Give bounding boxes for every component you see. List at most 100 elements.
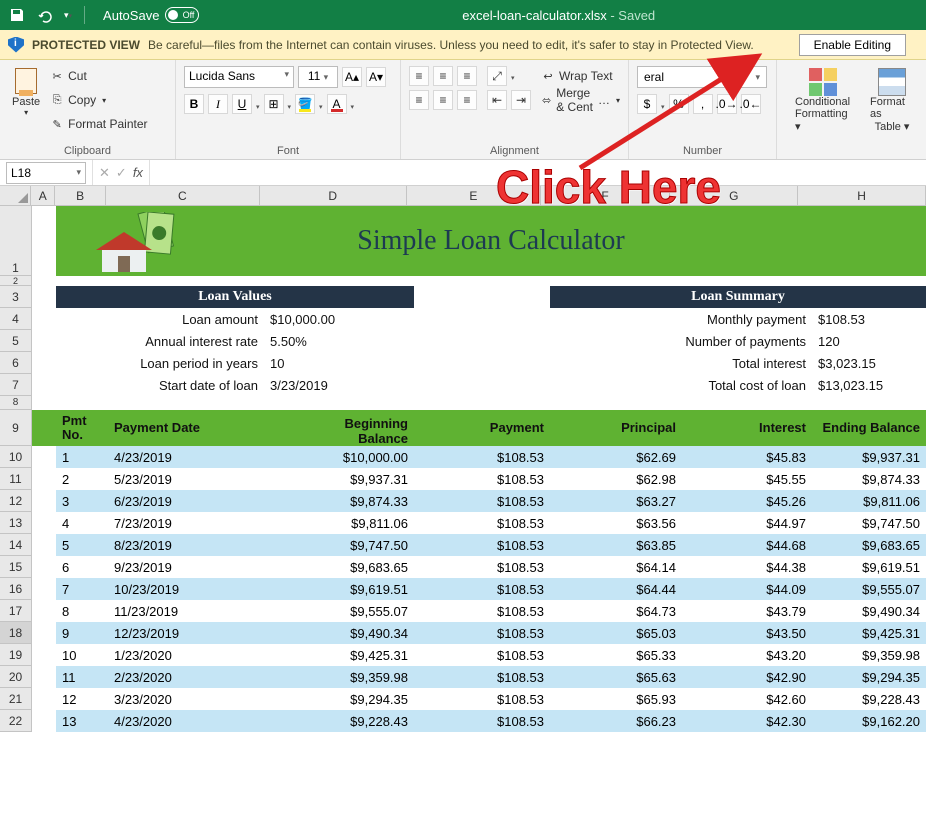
orientation-icon[interactable]: ⤢ — [487, 66, 507, 86]
cell-end-balance[interactable]: $9,747.50 — [812, 512, 926, 534]
format-painter-button[interactable]: ✎Format Painter — [50, 114, 147, 134]
cell-interest[interactable]: $42.30 — [682, 710, 812, 732]
cell-date[interactable]: 8/23/2019 — [108, 534, 264, 556]
formula-input[interactable] — [150, 162, 926, 184]
cell-end-balance[interactable]: $9,294.35 — [812, 666, 926, 688]
row-header[interactable]: 7 — [0, 374, 32, 396]
row-header[interactable]: 5 — [0, 330, 32, 352]
cell-end-balance[interactable]: $9,359.98 — [812, 644, 926, 666]
row-header[interactable]: 6 — [0, 352, 32, 374]
cell-principal[interactable]: $64.44 — [550, 578, 682, 600]
col-header[interactable]: B — [55, 186, 106, 205]
increase-indent-icon[interactable]: ⇥ — [511, 90, 531, 110]
cell-pmt-no[interactable]: 13 — [56, 710, 108, 732]
cell-beg-balance[interactable]: $9,490.34 — [264, 622, 414, 644]
col-header[interactable]: H — [798, 186, 926, 205]
font-family-select[interactable]: Lucida Sans ▾ — [184, 66, 294, 88]
cell-principal[interactable]: $62.69 — [550, 446, 682, 468]
cell-end-balance[interactable]: $9,874.33 — [812, 468, 926, 490]
cell-beg-balance[interactable]: $9,747.50 — [264, 534, 414, 556]
row-header[interactable]: 1 — [0, 206, 32, 276]
align-middle-icon[interactable]: ≡ — [433, 66, 453, 86]
cell-pmt-no[interactable]: 10 — [56, 644, 108, 666]
row-header[interactable]: 20 — [0, 666, 32, 688]
col-header[interactable]: G — [670, 186, 798, 205]
paste-button[interactable]: Paste ▾ — [8, 66, 44, 119]
loan-value[interactable]: $10,000.00 — [264, 308, 414, 330]
col-header[interactable]: D — [260, 186, 407, 205]
cell-principal[interactable]: $62.98 — [550, 468, 682, 490]
cell-principal[interactable]: $63.85 — [550, 534, 682, 556]
underline-button[interactable]: U — [232, 94, 252, 114]
row-header[interactable]: 11 — [0, 468, 32, 490]
undo-icon[interactable] — [36, 6, 54, 24]
increase-font-icon[interactable]: A▴ — [342, 67, 362, 87]
row-header[interactable]: 16 — [0, 578, 32, 600]
cell-date[interactable]: 10/23/2019 — [108, 578, 264, 600]
cell-principal[interactable]: $64.14 — [550, 556, 682, 578]
cut-button[interactable]: ✂Cut — [50, 66, 147, 86]
row-header[interactable]: 17 — [0, 600, 32, 622]
conditional-formatting-button[interactable]: Conditional Formatting ▾ — [791, 66, 854, 135]
cell-beg-balance[interactable]: $9,228.43 — [264, 710, 414, 732]
cell-pmt-no[interactable]: 2 — [56, 468, 108, 490]
cell-pmt-no[interactable]: 5 — [56, 534, 108, 556]
accounting-format-icon[interactable]: $ — [637, 94, 657, 114]
cell-date[interactable]: 5/23/2019 — [108, 468, 264, 490]
loan-value[interactable]: 10 — [264, 352, 414, 374]
cell-interest[interactable]: $43.79 — [682, 600, 812, 622]
row-header[interactable]: 8 — [0, 396, 32, 410]
decrease-font-icon[interactable]: A▾ — [366, 67, 386, 87]
align-left-icon[interactable]: ≡ — [409, 90, 429, 110]
cell-principal[interactable]: $66.23 — [550, 710, 682, 732]
increase-decimal-icon[interactable]: .0→ — [717, 94, 737, 114]
cell-interest[interactable]: $45.26 — [682, 490, 812, 512]
enable-editing-button[interactable]: Enable Editing — [799, 34, 906, 56]
cell-date[interactable]: 3/23/2020 — [108, 688, 264, 710]
cell-beg-balance[interactable]: $10,000.00 — [264, 446, 414, 468]
cell-beg-balance[interactable]: $9,425.31 — [264, 644, 414, 666]
cell-pmt-no[interactable]: 6 — [56, 556, 108, 578]
cell-date[interactable]: 1/23/2020 — [108, 644, 264, 666]
cell-interest[interactable]: $44.97 — [682, 512, 812, 534]
cell-payment[interactable]: $108.53 — [414, 490, 550, 512]
fill-color-button[interactable]: 🪣 — [295, 94, 315, 114]
cell-payment[interactable]: $108.53 — [414, 446, 550, 468]
cell-date[interactable]: 6/23/2019 — [108, 490, 264, 512]
cell-date[interactable]: 4/23/2020 — [108, 710, 264, 732]
cell-payment[interactable]: $108.53 — [414, 688, 550, 710]
undo-dropdown-icon[interactable]: ▾ — [64, 10, 72, 21]
font-color-button[interactable]: A — [327, 94, 347, 114]
cancel-icon[interactable]: ✕ — [99, 165, 110, 181]
cell-beg-balance[interactable]: $9,359.98 — [264, 666, 414, 688]
decrease-decimal-icon[interactable]: .0← — [741, 94, 761, 114]
row-header[interactable]: 14 — [0, 534, 32, 556]
cell-interest[interactable]: $44.68 — [682, 534, 812, 556]
cell-interest[interactable]: $44.09 — [682, 578, 812, 600]
cell-date[interactable]: 4/23/2019 — [108, 446, 264, 468]
cell-beg-balance[interactable]: $9,811.06 — [264, 512, 414, 534]
cell-payment[interactable]: $108.53 — [414, 512, 550, 534]
cell-end-balance[interactable]: $9,162.20 — [812, 710, 926, 732]
worksheet[interactable]: 1 Simple Loan Calculator 2 3 Loan Values… — [0, 206, 926, 732]
cell-end-balance[interactable]: $9,683.65 — [812, 534, 926, 556]
font-size-select[interactable]: 11 ▾ — [298, 66, 338, 88]
autosave-toggle[interactable]: Off — [165, 7, 199, 23]
row-header[interactable]: 19 — [0, 644, 32, 666]
cell-date[interactable]: 11/23/2019 — [108, 600, 264, 622]
cell-interest[interactable]: $45.55 — [682, 468, 812, 490]
cell-beg-balance[interactable]: $9,874.33 — [264, 490, 414, 512]
select-all-corner[interactable] — [0, 186, 31, 205]
cell-pmt-no[interactable]: 12 — [56, 688, 108, 710]
enter-icon[interactable]: ✓ — [116, 165, 127, 181]
row-header[interactable]: 3 — [0, 286, 32, 308]
loan-value[interactable]: 3/23/2019 — [264, 374, 414, 396]
format-as-table-button[interactable]: Format as Table ▾ — [866, 66, 918, 135]
copy-button[interactable]: ⎘Copy▾ — [50, 90, 147, 110]
cell-principal[interactable]: $65.33 — [550, 644, 682, 666]
cell-payment[interactable]: $108.53 — [414, 644, 550, 666]
cell-interest[interactable]: $42.60 — [682, 688, 812, 710]
cell-principal[interactable]: $65.93 — [550, 688, 682, 710]
cell-payment[interactable]: $108.53 — [414, 600, 550, 622]
row-header[interactable]: 15 — [0, 556, 32, 578]
